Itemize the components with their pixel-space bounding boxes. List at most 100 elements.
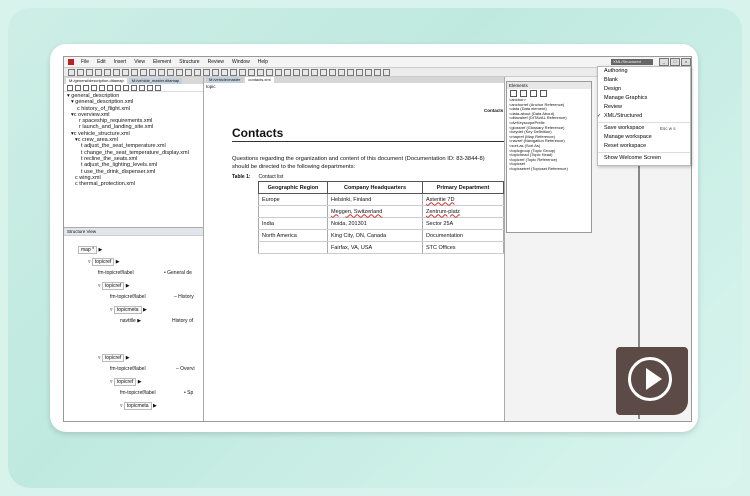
toolbar-button[interactable] [356, 68, 363, 76]
toolbar-button[interactable] [203, 68, 210, 76]
toolbar-button[interactable] [194, 68, 201, 76]
toolbar-button[interactable] [122, 68, 129, 76]
table-cell[interactable]: Documentation [422, 229, 504, 242]
table-cell[interactable] [258, 205, 328, 218]
minimize-icon[interactable]: _ [659, 58, 669, 66]
toolbar-button[interactable] [147, 84, 153, 91]
table-cell[interactable]: King City, ON, Canada [327, 229, 423, 242]
menu-help[interactable]: Help [254, 59, 272, 65]
table-cell[interactable]: Europe [258, 193, 328, 206]
menu-item-authoring[interactable]: Authoring [598, 67, 690, 76]
table-cell[interactable]: Meggen, Switzerland [327, 205, 423, 218]
toolbar-button[interactable] [266, 68, 273, 76]
menu-item-manage-workspace[interactable]: Manage workspace [598, 133, 690, 142]
toolbar-button[interactable] [185, 68, 192, 76]
structure-node[interactable]: map * ▶ [78, 246, 102, 254]
structure-node[interactable]: ▿ topicref ▶ [88, 258, 120, 266]
toolbar-button[interactable] [284, 68, 291, 76]
toolbar-button[interactable] [293, 68, 300, 76]
toolbar-button[interactable] [530, 89, 537, 97]
toolbar-button[interactable] [275, 68, 282, 76]
toolbar-button[interactable] [115, 84, 121, 91]
structure-node[interactable]: ▿ topicref ▶ [98, 354, 130, 362]
tree-item[interactable]: c thermal_protection.xml [67, 181, 200, 187]
table-cell[interactable]: Asteritie 7D [422, 193, 504, 206]
menu-review[interactable]: Review [204, 59, 228, 65]
menu-window[interactable]: Window [228, 59, 254, 65]
toolbar-button[interactable] [91, 84, 97, 91]
menu-item-manage-graphics[interactable]: Manage Graphics [598, 94, 690, 103]
editor-tab[interactable]: contacts.xml [245, 77, 274, 83]
toolbar-button[interactable] [77, 68, 84, 76]
menu-edit[interactable]: Edit [93, 59, 110, 65]
toolbar-button[interactable] [347, 68, 354, 76]
table-cell[interactable]: Zentrum-platz [422, 205, 504, 218]
column-header[interactable]: Company Headquarters [327, 181, 423, 194]
toolbar-button[interactable] [329, 68, 336, 76]
toolbar-button[interactable] [86, 68, 93, 76]
column-header[interactable]: Geographic Region [258, 181, 328, 194]
toolbar-button[interactable] [302, 68, 309, 76]
toolbar-button[interactable] [149, 68, 156, 76]
structure-node[interactable]: ▿ topicref ▶ [98, 282, 130, 290]
structure-node[interactable]: navtitle ▶ [120, 318, 141, 324]
menu-item-blank[interactable]: Blank [598, 76, 690, 85]
menu-item-save-workspace[interactable]: Save workspace Esc w s [598, 124, 690, 133]
table-cell[interactable]: India [258, 217, 328, 230]
toolbar-button[interactable] [131, 84, 137, 91]
structure-node[interactable]: fm-topicref/label [98, 270, 134, 276]
structure-node[interactable]: ▿ topicmeta ▶ [120, 402, 157, 410]
menu-view[interactable]: View [130, 59, 149, 65]
table-cell[interactable]: Fairfax, VA, USA [327, 241, 423, 254]
toolbar-button[interactable] [365, 68, 372, 76]
play-button[interactable] [616, 347, 688, 415]
toolbar-button[interactable] [67, 84, 73, 91]
toolbar-button[interactable] [248, 68, 255, 76]
toolbar-button[interactable] [139, 84, 145, 91]
table-cell[interactable]: Helsinki, Finland [327, 193, 423, 206]
menu-item-show-welcome[interactable]: Show Welcome Screen [598, 154, 690, 163]
toolbar-button[interactable] [338, 68, 345, 76]
toolbar-button[interactable] [99, 84, 105, 91]
menu-file[interactable]: File [77, 59, 93, 65]
toolbar-button[interactable] [221, 68, 228, 76]
intro-paragraph[interactable]: Questions regarding the organization and… [232, 155, 500, 171]
element-item[interactable]: <topicsetref (Topicset Reference) [509, 166, 589, 172]
table-cell[interactable] [258, 241, 328, 254]
toolbar-button[interactable] [140, 68, 147, 76]
toolbar-button[interactable] [212, 68, 219, 76]
toolbar-button[interactable] [131, 68, 138, 76]
structure-node[interactable]: fm-topicref/label [110, 366, 146, 372]
table-cell[interactable]: STC Offices [422, 241, 504, 254]
table-cell[interactable]: Noida, 201301 [327, 217, 423, 230]
toolbar-button[interactable] [520, 89, 527, 97]
workspace-dropdown[interactable]: XML/Structured [611, 59, 653, 65]
toolbar-button[interactable] [158, 68, 165, 76]
toolbar-button[interactable] [510, 89, 517, 97]
menu-element[interactable]: Element [149, 59, 175, 65]
table-cell[interactable]: Sector 25A [422, 217, 504, 230]
map-tab[interactable]: M:/vehicle_master.ditamap [128, 78, 183, 84]
toolbar-button[interactable] [540, 89, 547, 97]
toolbar-button[interactable] [75, 84, 81, 91]
toolbar-button[interactable] [104, 68, 111, 76]
toolbar-button[interactable] [68, 68, 75, 76]
structure-node[interactable]: fm-topicref/label [120, 390, 156, 396]
toolbar-button[interactable] [320, 68, 327, 76]
toolbar-button[interactable] [374, 68, 381, 76]
menu-item-review[interactable]: Review [598, 103, 690, 112]
close-icon[interactable]: × [681, 58, 691, 66]
table-title[interactable]: Contact list [259, 174, 284, 180]
page-title[interactable]: Contacts [232, 126, 283, 140]
structure-node[interactable]: fm-topicref/label [110, 294, 146, 300]
maximize-icon[interactable]: □ [670, 58, 680, 66]
toolbar-button[interactable] [176, 68, 183, 76]
toolbar-button[interactable] [257, 68, 264, 76]
toolbar-button[interactable] [107, 84, 113, 91]
toolbar-button[interactable] [123, 84, 129, 91]
menu-structure[interactable]: Structure [175, 59, 203, 65]
toolbar-button[interactable] [239, 68, 246, 76]
menu-item-xml-structured[interactable]: ✓ XML/Structured [597, 112, 690, 121]
table-cell[interactable]: North America [258, 229, 328, 242]
breadcrumb[interactable]: topic [204, 83, 504, 90]
